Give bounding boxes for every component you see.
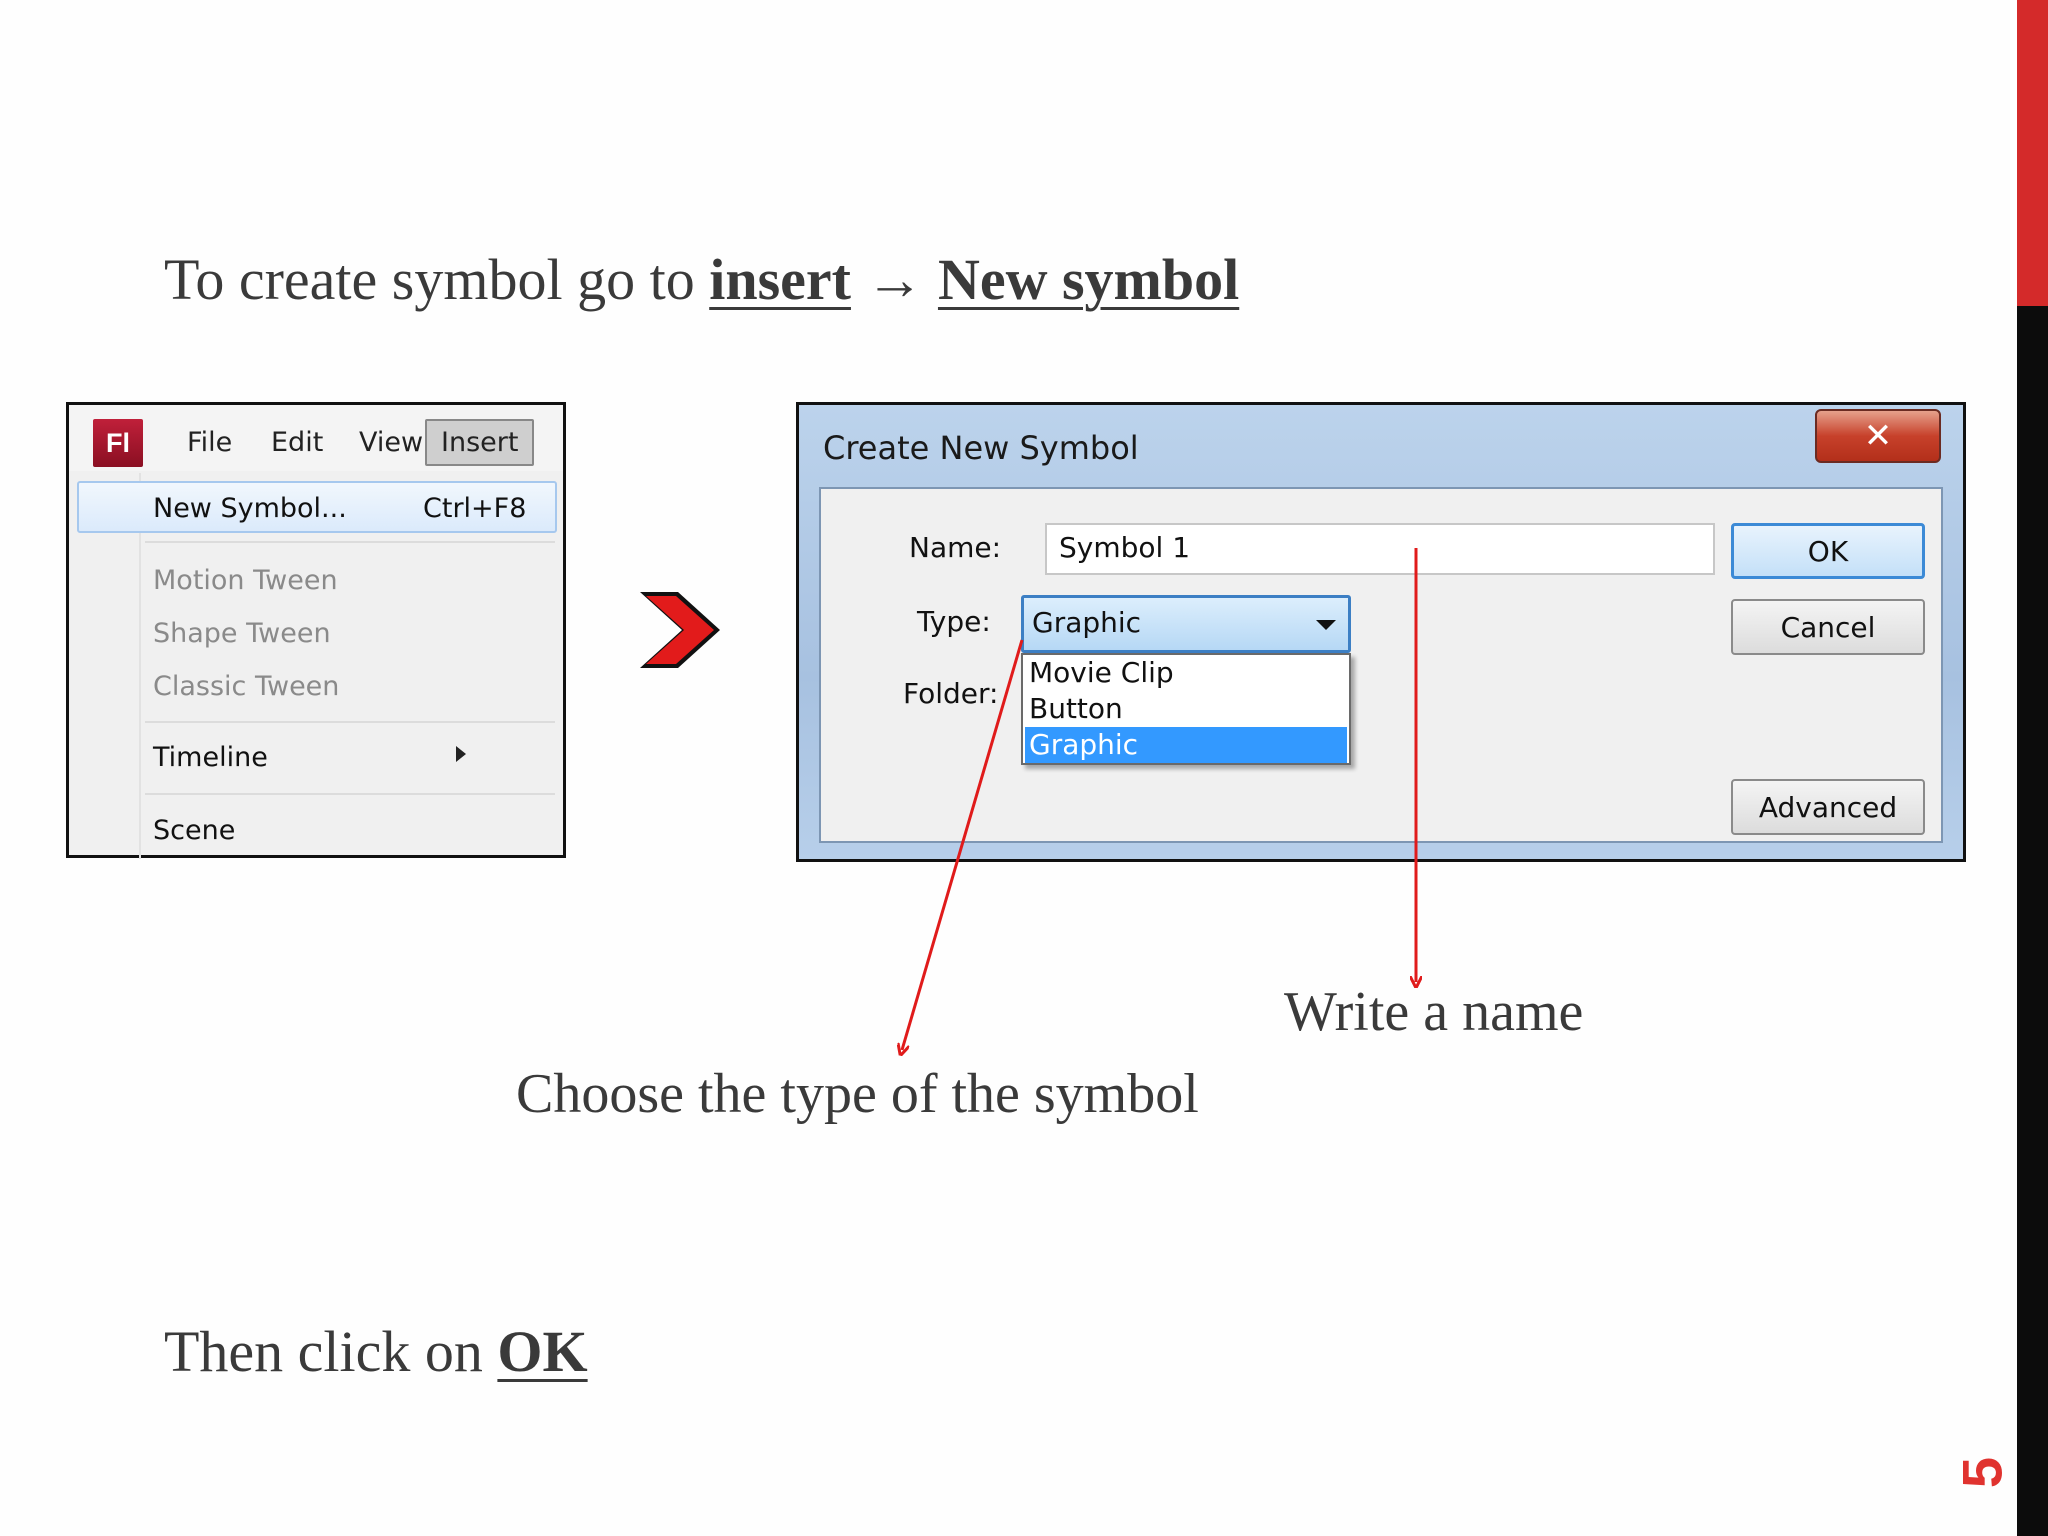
menu-item-scene[interactable]: Scene [153, 815, 235, 846]
dialog-body: Name: Symbol 1 Type: Graphic Folder: Mov… [819, 487, 1943, 843]
menu-edit[interactable]: Edit [271, 427, 323, 458]
then-click-ok: Then click on OK [164, 1318, 588, 1385]
stripe-black [2017, 306, 2048, 1536]
ok-emphasis: OK [497, 1319, 588, 1384]
cancel-button[interactable]: Cancel [1731, 599, 1925, 655]
menu-item-classic-tween[interactable]: Classic Tween [153, 671, 339, 702]
chevron-right-icon [640, 592, 720, 668]
type-dropdown-list: Movie Clip Button Graphic [1021, 653, 1351, 765]
name-label: Name: [909, 531, 1002, 564]
name-input[interactable]: Symbol 1 [1045, 523, 1715, 575]
write-name-annotation: Write a name [1284, 981, 1584, 1043]
menu-item-motion-tween[interactable]: Motion Tween [153, 565, 338, 596]
menu-insert[interactable]: Insert [425, 419, 535, 466]
option-graphic[interactable]: Graphic [1025, 727, 1347, 763]
menu-separator [145, 721, 555, 723]
flash-logo-icon: Fl [93, 419, 143, 467]
close-button[interactable]: ✕ [1815, 409, 1941, 463]
folder-label: Folder: [903, 677, 999, 710]
instruction-prefix: To create symbol go to [164, 247, 710, 312]
new-symbol-emphasis: New symbol [937, 247, 1240, 312]
chevron-down-icon [1316, 620, 1336, 630]
option-button[interactable]: Button [1025, 691, 1347, 727]
menu-separator [145, 793, 555, 795]
instruction-heading: To create symbol go to insert → New symb… [164, 246, 1239, 313]
menu-item-timeline[interactable]: Timeline [153, 742, 268, 773]
option-movie-clip[interactable]: Movie Clip [1025, 655, 1347, 691]
submenu-arrow-icon [456, 746, 466, 762]
choose-type-annotation: Choose the type of the symbol [516, 1063, 1199, 1125]
menu-item-shape-tween[interactable]: Shape Tween [153, 618, 331, 649]
insert-emphasis: insert [709, 247, 851, 312]
new-symbol-shortcut: Ctrl+F8 [423, 493, 527, 524]
menu-bar: Fl File Edit View Insert [69, 405, 563, 471]
dialog-title: Create New Symbol [823, 429, 1139, 467]
type-select-value: Graphic [1032, 606, 1142, 639]
then-prefix: Then click on [164, 1319, 498, 1384]
menu-file[interactable]: File [187, 427, 232, 458]
menu-view[interactable]: View [359, 427, 423, 458]
type-label: Type: [917, 605, 991, 638]
menu-separator [145, 541, 555, 543]
stripe-red [2017, 0, 2048, 306]
arrow-glyph: → [850, 247, 938, 312]
slide-stripe [2017, 0, 2048, 1536]
page-number: 5 [1950, 1456, 2014, 1489]
insert-menu-screenshot: Fl File Edit View Insert New Symbol... C… [66, 402, 566, 859]
type-select[interactable]: Graphic [1021, 595, 1351, 653]
menu-item-new-symbol[interactable]: New Symbol... [153, 493, 347, 524]
ok-button[interactable]: OK [1731, 523, 1925, 579]
advanced-button[interactable]: Advanced [1731, 779, 1925, 835]
create-new-symbol-dialog: Create New Symbol ✕ Name: Symbol 1 Type:… [796, 402, 1966, 862]
